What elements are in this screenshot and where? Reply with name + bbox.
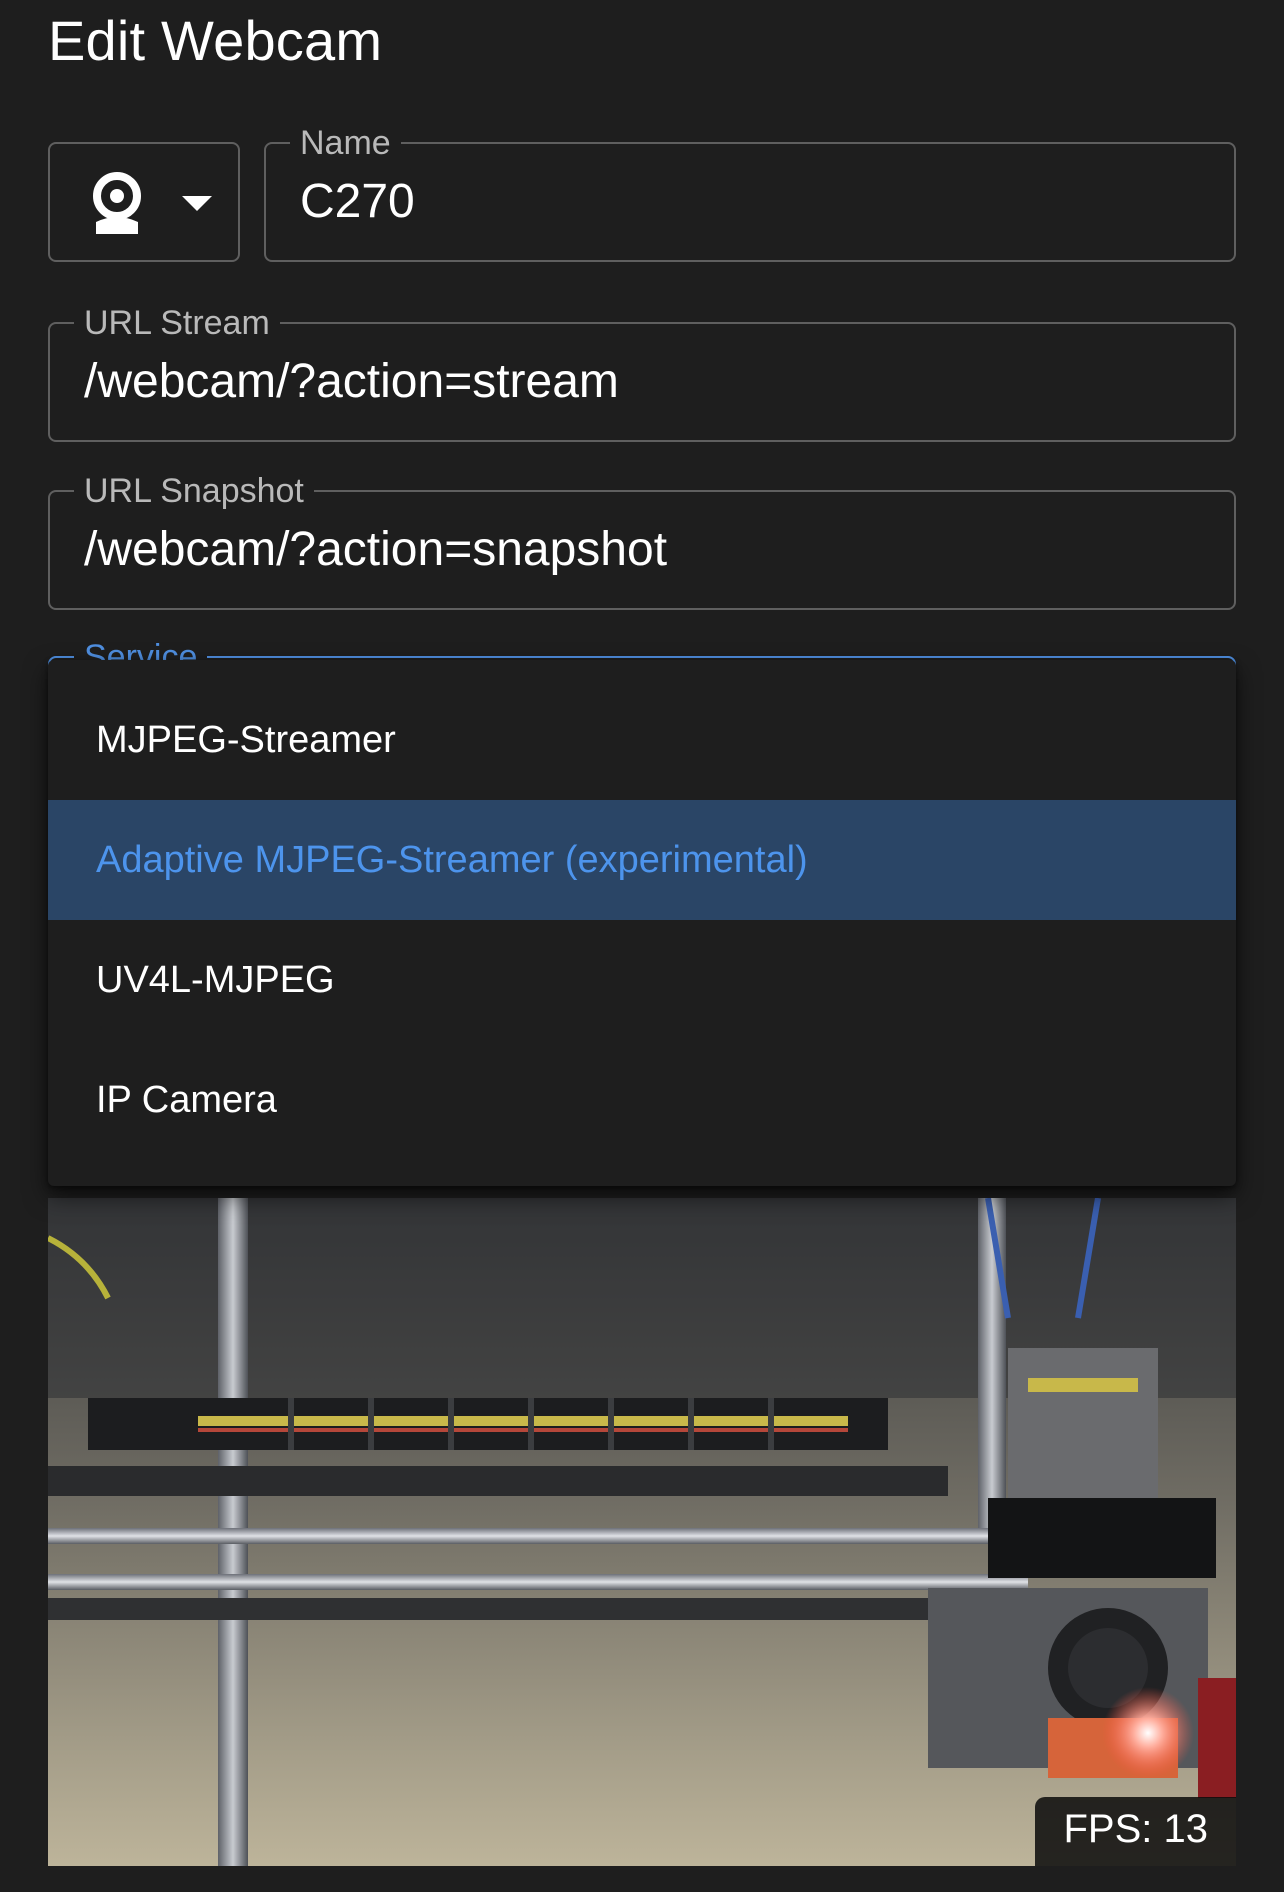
menu-item-adaptive-mjpeg-streamer[interactable]: Adaptive MJPEG-Streamer (experimental) [48,800,1236,920]
service-menu: MJPEG-Streamer Adaptive MJPEG-Streamer (… [48,660,1236,1186]
url-snapshot-field[interactable]: URL Snapshot /webcam/?action=snapshot [48,472,1236,610]
url-stream-label: URL Stream [74,304,280,342]
name-field[interactable]: Name C270 [264,124,1236,262]
webcam-preview: FPS: 13 [48,1198,1236,1866]
url-stream-field[interactable]: URL Stream /webcam/?action=stream [48,304,1236,442]
page-title: Edit Webcam [48,9,383,72]
menu-item-uv4l-mjpeg[interactable]: UV4L-MJPEG [48,920,1236,1040]
menu-item-label: MJPEG-Streamer [96,718,396,761]
url-stream-input[interactable]: /webcam/?action=stream [84,354,619,410]
menu-item-label: UV4L-MJPEG [96,958,335,1001]
webcam-image [48,1198,1236,1866]
menu-item-ip-camera[interactable]: IP Camera [48,1040,1236,1160]
icon-select[interactable] [48,142,240,262]
name-label: Name [290,124,401,162]
caret-down-icon [182,194,212,217]
url-snapshot-label: URL Snapshot [74,472,314,510]
url-snapshot-input[interactable]: /webcam/?action=snapshot [84,522,667,578]
fps-counter: FPS: 13 [1035,1797,1236,1866]
webcam-icon [90,172,144,243]
name-input[interactable]: C270 [300,174,415,230]
menu-item-mjpeg-streamer[interactable]: MJPEG-Streamer [48,680,1236,800]
menu-item-label: Adaptive MJPEG-Streamer (experimental) [96,838,808,881]
menu-item-label: IP Camera [96,1078,277,1121]
